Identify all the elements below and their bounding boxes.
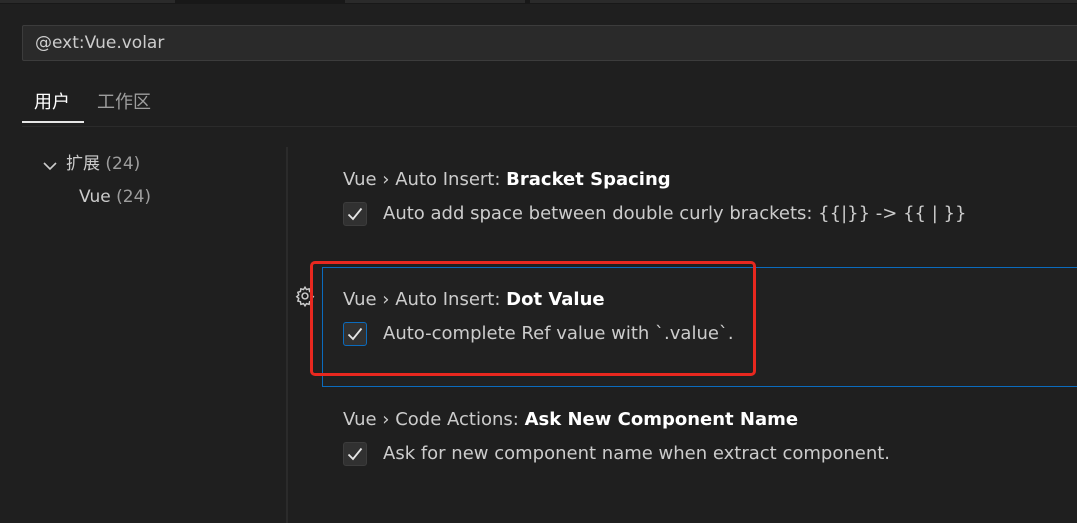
setting-name: Bracket Spacing xyxy=(506,169,671,190)
setting-ask-new-component-name: Vue › Code Actions: Ask New Component Na… xyxy=(322,387,1077,507)
tab-edge xyxy=(0,0,175,3)
setting-description: Auto-complete Ref value with `.value`. xyxy=(383,323,734,344)
setting-checkbox[interactable] xyxy=(343,202,367,226)
setting-description: Ask for new component name when extract … xyxy=(383,443,891,464)
gear-icon[interactable] xyxy=(294,285,316,307)
toc-item-count: (24) xyxy=(105,154,141,174)
setting-name: Ask New Component Name xyxy=(524,409,799,430)
setting-category: Vue › Auto Insert: xyxy=(343,289,507,310)
check-icon xyxy=(347,327,363,341)
tab-edge xyxy=(345,0,525,3)
editor-tab-strip xyxy=(0,0,1077,4)
settings-editor: 用户 工作区 扩展 (24) Vue (24) Vue › Auto Inser… xyxy=(0,0,1077,523)
setting-title: Vue › Auto Insert: Dot Value xyxy=(343,287,605,313)
setting-category: Vue › Code Actions: xyxy=(343,409,525,430)
toc-divider[interactable] xyxy=(286,147,288,523)
tab-edge xyxy=(530,0,1077,3)
setting-bracket-spacing: Vue › Auto Insert: Bracket Spacing Auto … xyxy=(322,147,1077,267)
setting-dot-value: Vue › Auto Insert: Dot Value Auto-comple… xyxy=(322,267,1077,387)
tab-user[interactable]: 用户 xyxy=(22,84,84,123)
settings-search-input[interactable] xyxy=(22,25,1077,61)
setting-name: Dot Value xyxy=(506,289,605,310)
setting-checkbox[interactable] xyxy=(343,322,367,346)
toc-item-count: (24) xyxy=(116,187,152,207)
setting-checkbox[interactable] xyxy=(343,442,367,466)
toc-item-extensions[interactable]: 扩展 (24) xyxy=(66,152,140,176)
setting-category: Vue › Auto Insert: xyxy=(343,169,507,190)
check-icon xyxy=(347,207,363,221)
toc-item-label: 扩展 xyxy=(66,154,100,174)
chevron-down-icon[interactable] xyxy=(42,158,58,174)
toc-item-vue[interactable]: Vue (24) xyxy=(79,185,151,209)
setting-title: Vue › Code Actions: Ask New Component Na… xyxy=(343,407,798,433)
setting-title: Vue › Auto Insert: Bracket Spacing xyxy=(343,167,671,193)
tab-workspace[interactable]: 工作区 xyxy=(97,84,177,125)
check-icon xyxy=(347,447,363,461)
setting-description: Auto add space between double curly brac… xyxy=(383,203,967,224)
toc-item-label: Vue xyxy=(79,187,111,207)
settings-scope-tabs: 用户 工作区 xyxy=(22,84,1077,127)
